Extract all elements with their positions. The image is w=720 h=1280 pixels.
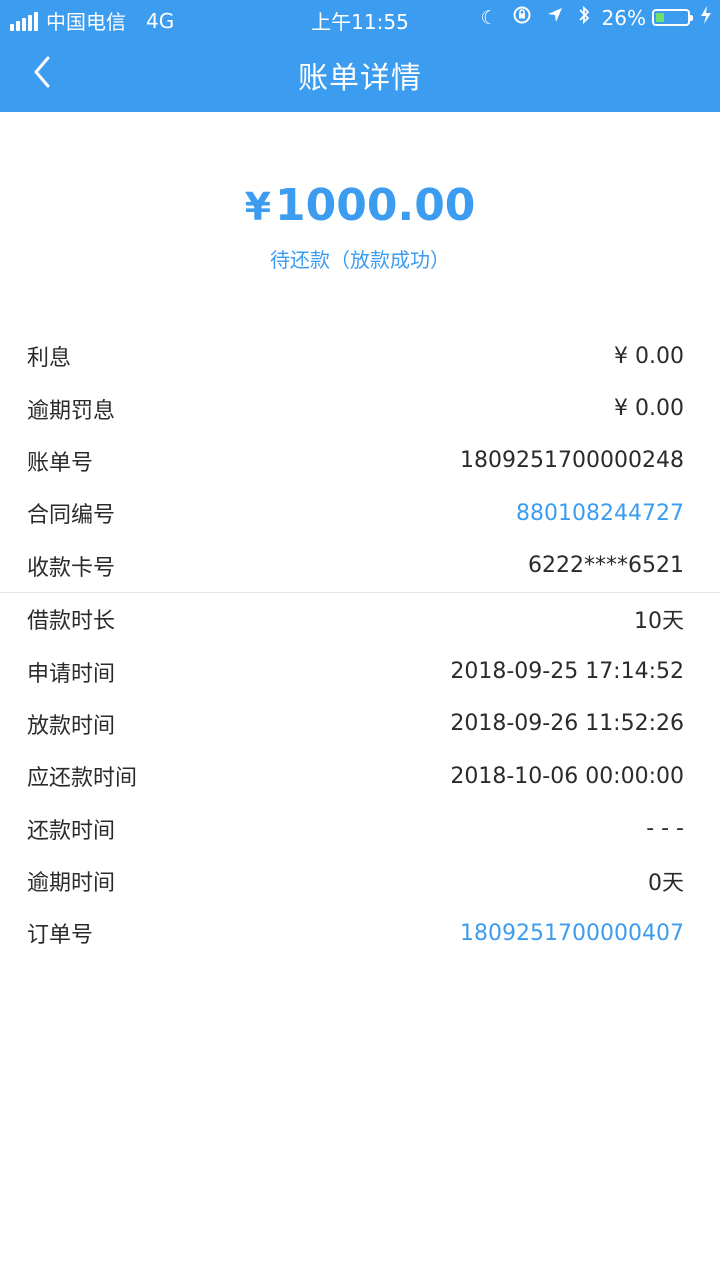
row-contract-number: 合同编号 880108244727 — [0, 487, 720, 539]
moon-icon: ☾ — [480, 6, 498, 29]
row-interest: 利息 ¥ 0.00 — [0, 330, 720, 382]
row-label: 合同编号 — [27, 503, 116, 529]
contract-number-link[interactable]: 880108244727 — [516, 501, 684, 526]
row-order-number: 订单号 1809251700000407 — [0, 907, 720, 959]
order-number-link[interactable]: 1809251700000407 — [460, 921, 684, 946]
detail-group-times: 借款时长 10天 申请时间 2018-09-25 17:14:52 放款时间 2… — [0, 593, 720, 960]
orientation-lock-icon — [512, 5, 532, 30]
amount-value: 1000.00 — [275, 180, 476, 231]
row-bill-number: 账单号 1809251700000248 — [0, 435, 720, 487]
row-label: 借款时长 — [27, 609, 116, 635]
charging-icon — [700, 5, 712, 30]
row-overdue-penalty: 逾期罚息 ¥ 0.00 — [0, 382, 720, 434]
row-value: 2018-09-26 11:52:26 — [450, 711, 684, 737]
row-label: 账单号 — [27, 450, 94, 476]
row-loan-duration: 借款时长 10天 — [0, 593, 720, 645]
battery-fill — [656, 13, 664, 22]
row-value: ¥ 0.00 — [614, 343, 684, 369]
status-bar: 中国电信 4G 上午11:55 ☾ 26% — [0, 0, 720, 36]
row-value: 10天 — [634, 609, 684, 635]
row-value: ¥ 0.00 — [614, 396, 684, 422]
row-label: 收款卡号 — [27, 555, 116, 581]
detail-group-fees: 利息 ¥ 0.00 逾期罚息 ¥ 0.00 账单号 18092517000002… — [0, 330, 720, 592]
row-value: 2018-10-06 00:00:00 — [450, 763, 684, 789]
currency-symbol: ¥ — [244, 185, 272, 229]
bill-details: 利息 ¥ 0.00 逾期罚息 ¥ 0.00 账单号 18092517000002… — [0, 330, 720, 960]
top-bar: 中国电信 4G 上午11:55 ☾ 26% 账单详情 — [0, 0, 720, 112]
row-value: - - - — [646, 816, 684, 842]
status-right: ☾ 26% — [467, 5, 713, 30]
location-icon — [546, 6, 564, 29]
row-label: 逾期罚息 — [27, 398, 116, 424]
row-value: 0天 — [648, 871, 684, 897]
battery-icon — [652, 9, 693, 26]
row-repayment-time: 还款时间 - - - — [0, 803, 720, 855]
row-value: 1809251700000248 — [460, 448, 684, 474]
bluetooth-icon — [578, 5, 590, 30]
row-label: 逾期时间 — [27, 871, 116, 897]
row-label: 利息 — [27, 346, 72, 372]
row-due-time: 应还款时间 2018-10-06 00:00:00 — [0, 750, 720, 802]
row-disbursement-time: 放款时间 2018-09-26 11:52:26 — [0, 698, 720, 750]
row-receiving-card: 收款卡号 6222****6521 — [0, 540, 720, 592]
row-overdue-time: 逾期时间 0天 — [0, 855, 720, 907]
nav-bar: 账单详情 — [0, 36, 720, 112]
bill-status: 待还款（放款成功） — [270, 248, 450, 272]
row-label: 申请时间 — [27, 661, 116, 687]
row-apply-time: 申请时间 2018-09-25 17:14:52 — [0, 645, 720, 697]
bill-amount: ¥1000.00 — [0, 176, 720, 237]
row-label: 还款时间 — [27, 818, 116, 844]
row-value: 2018-09-25 17:14:52 — [450, 659, 684, 685]
battery-percent: 26% — [601, 5, 646, 30]
page-title: 账单详情 — [298, 61, 422, 96]
row-label: 放款时间 — [27, 713, 116, 739]
row-label: 订单号 — [27, 923, 94, 949]
row-label: 应还款时间 — [27, 766, 138, 792]
row-value: 6222****6521 — [528, 553, 684, 579]
bill-summary: ¥1000.00 待还款（放款成功） — [0, 176, 720, 275]
